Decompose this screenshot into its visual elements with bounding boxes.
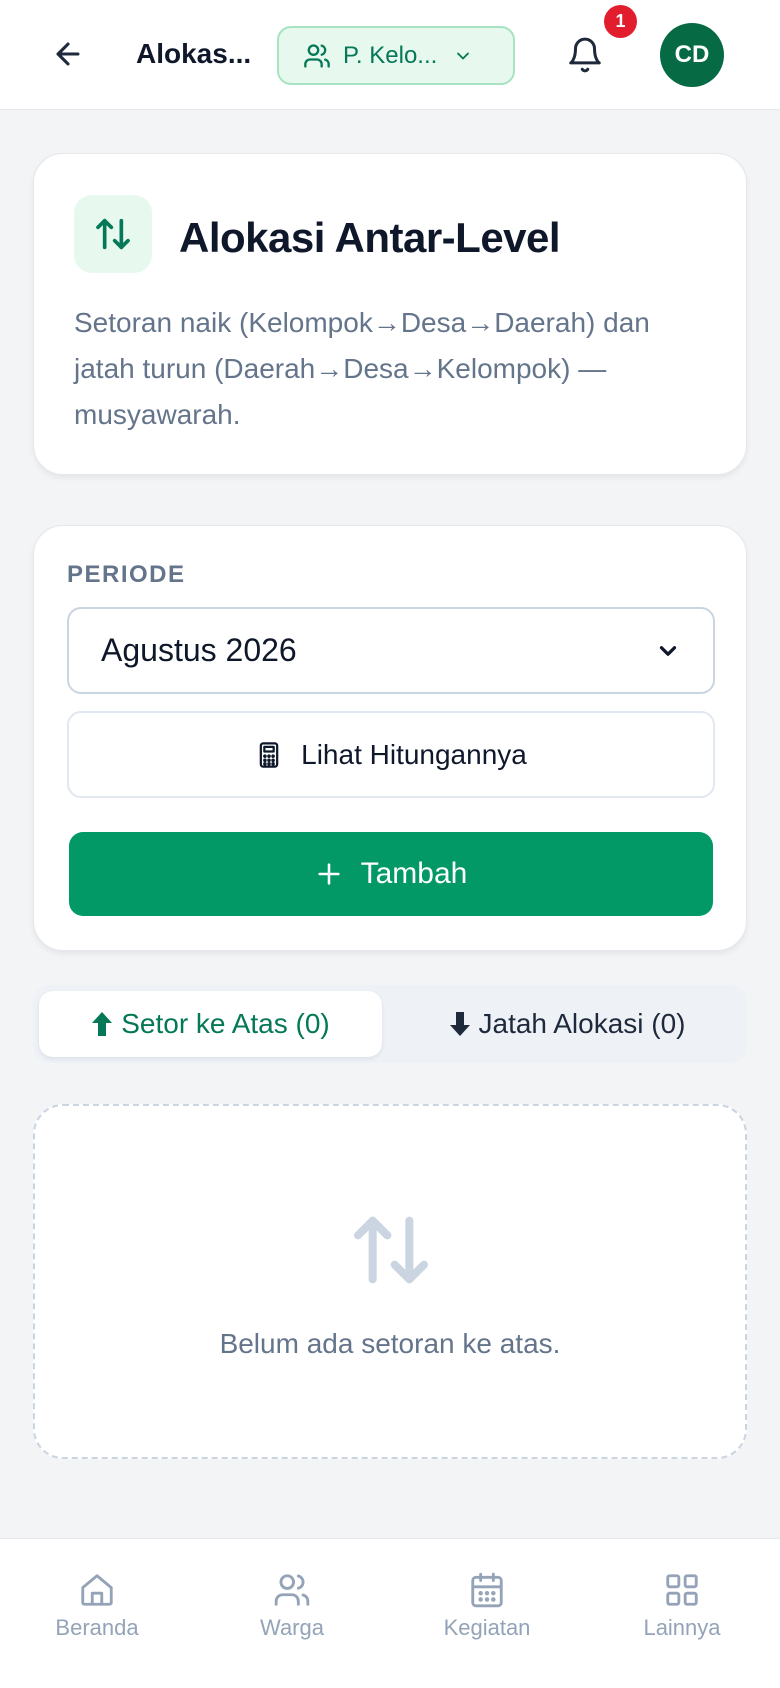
scope-label: P. Kelo...: [343, 41, 438, 69]
empty-state: Belum ada setoran ke atas.: [33, 1104, 747, 1459]
notifications-button[interactable]: [560, 30, 610, 80]
tab-setor-ke-atas[interactable]: Setor ke Atas (0): [39, 991, 382, 1057]
users-icon: [304, 43, 330, 68]
arrow-left-icon: [56, 42, 80, 66]
bottom-nav: Beranda Warga Kegiatan Lainnya: [0, 1538, 780, 1688]
intro-card: Alokasi Antar-Level Setoran naik (Kelomp…: [33, 153, 747, 475]
intro-title: Alokasi Antar-Level: [179, 214, 561, 261]
notification-badge: 1: [604, 5, 637, 38]
tab-label: Jatah Alokasi (0): [478, 1008, 686, 1039]
top-app-bar: Alokas... P. Kelo... 1 CD: [0, 0, 780, 110]
period-selected-value: Agustus 2026: [101, 632, 297, 668]
nav-item-warga[interactable]: Warga: [212, 1571, 372, 1641]
nav-label: Lainnya: [643, 1615, 721, 1640]
add-button-label: Tambah: [360, 857, 468, 890]
calendar-icon: [471, 1572, 503, 1608]
nav-item-kegiatan[interactable]: Kegiatan: [407, 1571, 567, 1641]
period-label: PERIODE: [67, 561, 186, 588]
back-button[interactable]: [44, 30, 92, 78]
calculator-icon: [259, 741, 279, 768]
nav-item-lainnya[interactable]: Lainnya: [602, 1571, 762, 1641]
chevron-down-icon: [457, 52, 469, 59]
arrows-up-down-icon: [353, 1216, 429, 1284]
intro-description: Setoran naik (Kelompok→Desa→Daerah) dan …: [74, 307, 650, 430]
tab-jatah-alokasi[interactable]: Jatah Alokasi (0): [393, 991, 741, 1057]
nav-label: Kegiatan: [443, 1615, 531, 1640]
period-select[interactable]: Agustus 2026: [67, 607, 715, 694]
nav-label: Beranda: [55, 1615, 139, 1640]
arrow-up-icon: [92, 1012, 113, 1036]
nav-item-beranda[interactable]: Beranda: [17, 1571, 177, 1641]
bell-icon: [569, 37, 601, 73]
page-title: Alokas...: [136, 38, 252, 69]
arrows-up-down-icon: [96, 218, 130, 250]
home-icon: [81, 1574, 113, 1606]
allocation-tabs: Setor ke Atas (0) Jatah Alokasi (0): [33, 985, 747, 1063]
view-calculation-label: Lihat Hitungannya: [301, 738, 527, 770]
arrow-down-icon: [449, 1012, 470, 1036]
view-calculation-button[interactable]: Lihat Hitungannya: [67, 711, 715, 798]
period-card: PERIODE Agustus 2026 Lihat Hitungannya T…: [33, 525, 747, 951]
intro-icon-box: [74, 195, 152, 273]
add-button[interactable]: Tambah: [69, 832, 713, 916]
chevron-down-icon: [659, 645, 677, 656]
grid-icon: [666, 1574, 698, 1606]
plus-icon: [318, 863, 340, 885]
users-icon: [274, 1574, 310, 1606]
avatar[interactable]: CD: [660, 23, 724, 87]
nav-label: Warga: [260, 1615, 324, 1640]
scope-selector[interactable]: P. Kelo...: [277, 26, 515, 85]
empty-state-text: Belum ada setoran ke atas.: [219, 1328, 561, 1359]
tab-label: Setor ke Atas (0): [121, 1008, 330, 1039]
